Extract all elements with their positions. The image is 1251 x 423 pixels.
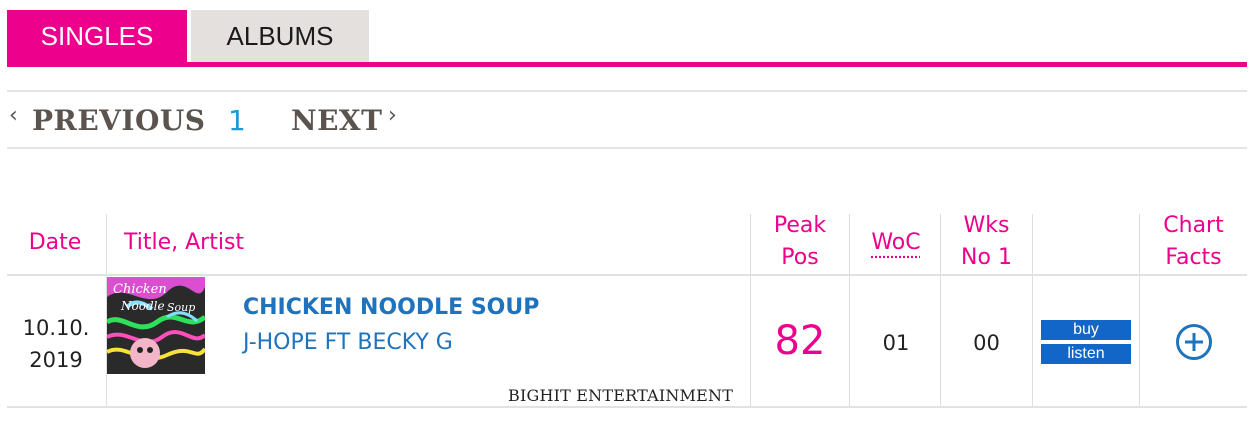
header-title-artist: Title, Artist [124, 230, 245, 255]
record-label: BIGHIT ENTERTAINMENT [508, 386, 734, 405]
header-wks-line1: Wks [963, 213, 1010, 238]
plus-circle-icon[interactable] [1175, 323, 1213, 361]
header-facts-line1: Chart [1163, 213, 1224, 238]
tab-underline [7, 62, 1247, 67]
header-peak-line2: Pos [781, 245, 819, 270]
header-woc-label[interactable]: WoC [871, 230, 920, 255]
cover-text-line1: Chicken [113, 282, 167, 297]
previous-link[interactable]: PREVIOUS [32, 104, 206, 137]
peak-position: 82 [774, 318, 826, 364]
chevron-left-icon[interactable]: ‹ [9, 103, 18, 128]
tab-singles[interactable]: SINGLES [7, 10, 187, 62]
chart-date: 10.10. 2019 [8, 312, 104, 376]
chart-type-tabs: SINGLES ALBUMS [7, 10, 369, 62]
chevron-right-icon[interactable]: › [388, 103, 397, 128]
header-woc[interactable]: WoC [851, 227, 941, 259]
album-cover-art: Chicken Noodle Soup [107, 277, 205, 374]
column-divider [940, 214, 941, 408]
artist-link[interactable]: J-HOPE FT BECKY G [243, 330, 453, 355]
listen-button[interactable]: listen [1041, 344, 1131, 364]
column-divider [849, 214, 850, 408]
header-wks-line2: No 1 [961, 245, 1012, 270]
header-peak-line1: Peak [773, 213, 827, 238]
header-wks-no1: Wks No 1 [941, 210, 1032, 274]
next-link[interactable]: NEXT [291, 104, 383, 137]
tab-albums-label: ALBUMS [226, 20, 334, 51]
buy-button[interactable]: buy [1041, 320, 1131, 340]
tab-albums[interactable]: ALBUMS [191, 10, 369, 62]
column-divider [1139, 214, 1140, 408]
weeks-at-number-one: 00 [973, 331, 1000, 355]
chart-date-line1: 10.10. [22, 316, 90, 340]
header-facts-line2: Facts [1165, 245, 1222, 270]
row-divider [7, 406, 1247, 408]
column-divider [750, 214, 751, 408]
column-divider [1032, 214, 1033, 408]
header-row-divider [7, 274, 1247, 276]
header-peak-pos: Peak Pos [752, 210, 848, 274]
header-date: Date [28, 230, 82, 255]
chart-page: SINGLES ALBUMS ‹ PREVIOUS 1 NEXT › Date … [0, 0, 1251, 423]
tab-singles-label: SINGLES [40, 20, 154, 51]
chart-date-line2: 2019 [29, 348, 83, 372]
header-chart-facts: Chart Facts [1141, 210, 1246, 274]
cover-text-line3: Soup [167, 301, 195, 314]
pagination: ‹ PREVIOUS 1 NEXT › [7, 91, 607, 147]
pager-divider-bottom [7, 147, 1247, 149]
weeks-on-chart: 01 [882, 331, 910, 355]
cover-text-line2: Noodle [120, 299, 165, 313]
page-number-link[interactable]: 1 [228, 104, 246, 137]
song-title-link[interactable]: CHICKEN NOODLE SOUP [243, 295, 539, 320]
album-cover[interactable]: Chicken Noodle Soup [107, 277, 205, 374]
